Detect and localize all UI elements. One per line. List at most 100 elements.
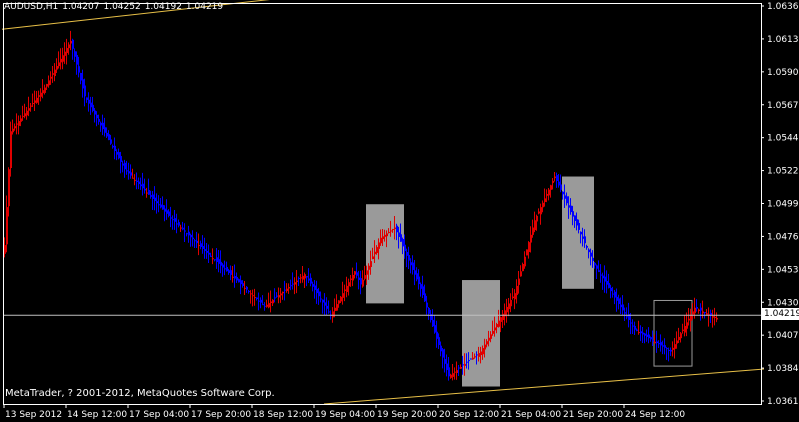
candle — [338, 300, 340, 308]
chart-header: AUDUSD,H1 1.04207 1.04252 1.04192 1.04219 — [4, 2, 227, 12]
candle — [86, 97, 88, 103]
candle-body — [688, 318, 690, 321]
x-tick-label: 21 Sep 20:00 — [563, 410, 623, 420]
candle-body — [548, 189, 550, 196]
candle-body — [580, 231, 582, 235]
candle-body — [532, 227, 534, 235]
candle-body — [222, 264, 224, 268]
candle-body — [230, 270, 232, 275]
candle — [256, 297, 258, 301]
candle-body — [702, 311, 704, 314]
candle-body — [606, 280, 608, 285]
high-value: 1.04252 — [103, 2, 141, 12]
candle-body — [126, 170, 128, 172]
candle-body — [142, 183, 144, 189]
candle — [660, 334, 662, 352]
candle-body — [480, 351, 482, 356]
candle — [420, 282, 422, 297]
candle-body — [50, 76, 52, 79]
candle-body — [664, 345, 666, 348]
candle — [640, 325, 642, 342]
candle-body — [304, 274, 306, 279]
candle-body — [288, 287, 290, 289]
y-tick-label: 1.04305 — [767, 298, 799, 308]
x-tick-label: 17 Sep 20:00 — [191, 410, 251, 420]
candle — [38, 90, 40, 105]
candle-body — [450, 374, 452, 378]
candle — [114, 137, 116, 160]
candle-body — [62, 55, 64, 62]
candle — [436, 320, 438, 348]
candle-body — [182, 227, 184, 230]
candle — [276, 292, 278, 298]
candle — [408, 246, 410, 269]
candle-body — [598, 270, 600, 272]
chart-window[interactable]: 1.06360 1.06135 1.05905 1.05675 1.05445 1.052… — [0, 0, 799, 422]
candle — [52, 66, 54, 83]
candle-body — [344, 289, 346, 291]
candle — [42, 79, 44, 99]
candle-body — [418, 276, 420, 285]
candle-body — [400, 234, 402, 242]
candle — [60, 48, 62, 70]
candle-body — [248, 291, 250, 293]
candle — [176, 213, 178, 234]
candle — [268, 292, 270, 309]
candle-body — [644, 333, 646, 336]
candle — [24, 103, 26, 119]
candle-body — [318, 291, 320, 297]
candle — [620, 297, 622, 314]
candle-body — [402, 239, 404, 247]
candle-body — [118, 152, 120, 159]
candle — [414, 259, 416, 286]
candle-body — [456, 370, 458, 373]
candle — [132, 168, 134, 179]
candle — [168, 209, 170, 218]
candle-body — [506, 306, 508, 313]
candle — [558, 174, 560, 188]
candle-body — [70, 40, 72, 44]
candle-body — [590, 252, 592, 257]
candle — [438, 333, 440, 350]
candle-body — [286, 288, 288, 292]
candle-body — [20, 118, 22, 122]
candle — [166, 199, 168, 220]
candle-body — [260, 299, 262, 303]
candle-body — [78, 66, 80, 73]
x-tick-label: 17 Sep 04:00 — [129, 410, 189, 420]
candle-body — [468, 360, 470, 362]
candle — [120, 151, 122, 174]
candle-body — [666, 348, 668, 350]
candle-body — [692, 311, 694, 315]
copyright-text: MetaTrader, ? 2001-2012, MetaQuotes Soft… — [5, 388, 275, 399]
candle-body — [466, 361, 468, 363]
candle-body — [452, 373, 454, 377]
candle-body — [4, 245, 6, 254]
candle-body — [218, 259, 220, 264]
candle — [456, 361, 458, 380]
candle — [302, 266, 304, 283]
candle-body — [410, 262, 412, 266]
candle-body — [214, 259, 216, 261]
candle-body — [618, 298, 620, 304]
candle-body — [572, 211, 574, 217]
candle — [280, 287, 282, 303]
y-tick-label: 1.04530 — [767, 265, 799, 275]
price-chart[interactable]: 1.06360 1.06135 1.05905 1.05675 1.05445 1.052… — [0, 0, 799, 422]
candle — [672, 341, 674, 357]
candle-body — [600, 274, 602, 276]
candle — [344, 284, 346, 302]
candle — [312, 281, 314, 292]
candle-body — [328, 311, 330, 313]
candle — [644, 332, 646, 344]
candle-body — [438, 337, 440, 346]
candle-body — [196, 240, 198, 244]
candle-body — [34, 100, 36, 103]
candle — [202, 235, 204, 254]
candle-body — [632, 325, 634, 327]
candle — [702, 300, 704, 319]
candle — [240, 275, 242, 295]
candle-body — [648, 334, 650, 339]
candle-body — [140, 184, 142, 187]
candle-body — [460, 366, 462, 369]
